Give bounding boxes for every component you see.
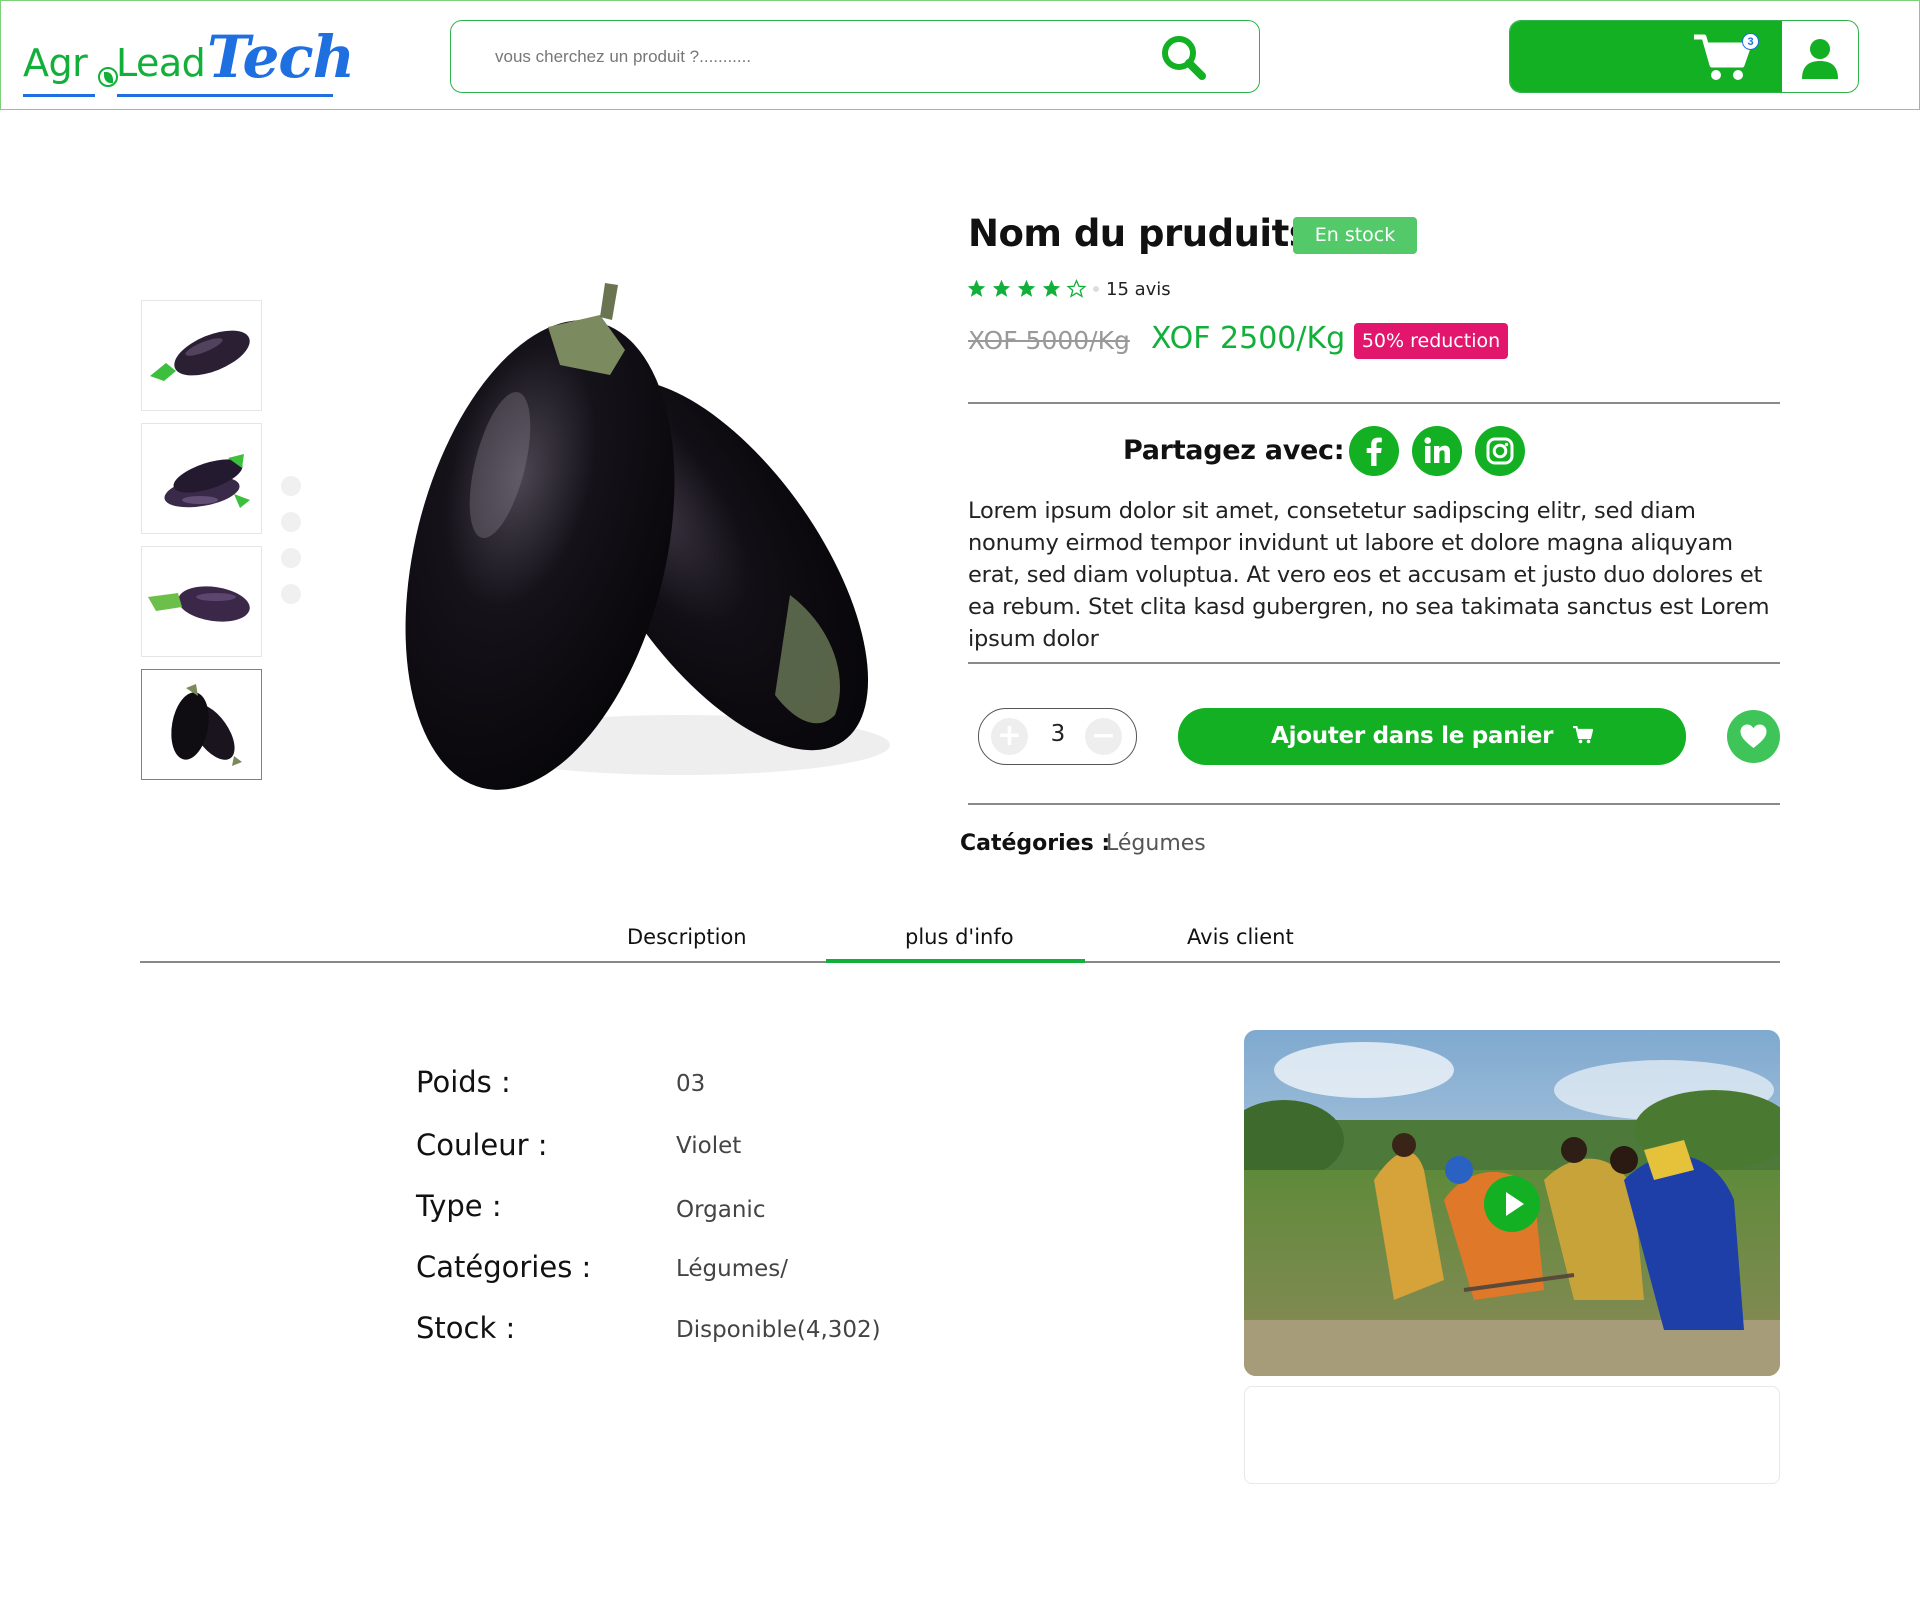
info-label: Type : <box>416 1189 502 1223</box>
eggplant-image <box>148 586 250 622</box>
logo-underline <box>23 94 95 97</box>
divider <box>968 402 1780 404</box>
logo-tech: Tech <box>207 23 355 91</box>
search-bar <box>450 20 1260 93</box>
info-value: Organic <box>676 1197 766 1223</box>
cart-count-badge: 3 <box>1742 33 1759 50</box>
divider <box>968 803 1780 805</box>
search-icon[interactable] <box>1155 29 1211 85</box>
star-empty-icon <box>1066 278 1087 298</box>
rating-stars <box>966 278 1099 299</box>
current-price: XOF 2500/Kg <box>1151 321 1346 356</box>
leaf-icon <box>98 67 118 87</box>
play-button[interactable] <box>1484 1176 1540 1232</box>
info-label: Stock : <box>416 1311 516 1345</box>
discount-badge: 50% reduction <box>1354 323 1508 359</box>
info-label: Poids : <box>416 1065 511 1099</box>
star-filled-icon <box>992 279 1011 297</box>
cart-icon <box>1572 725 1593 743</box>
logo-underline <box>117 94 333 97</box>
star-filled-icon <box>1017 279 1036 297</box>
wishlist-button[interactable] <box>1727 710 1780 763</box>
product-video[interactable] <box>1244 1030 1780 1376</box>
increment-button[interactable]: + <box>991 718 1028 755</box>
add-to-cart-label: Ajouter dans le panier <box>1271 723 1554 749</box>
star-filled-icon <box>967 279 986 297</box>
instagram-icon <box>1486 437 1514 465</box>
decrement-button[interactable]: − <box>1085 718 1122 755</box>
star-filled-icon <box>1042 279 1061 297</box>
thumbnail[interactable] <box>141 300 262 411</box>
eggplant-image <box>150 330 250 381</box>
stock-badge: En stock <box>1293 217 1417 254</box>
logo-agro: Agr <box>23 41 88 85</box>
product-main-image <box>405 283 890 790</box>
quantity-stepper: + 3 − <box>978 708 1137 765</box>
info-value: Légumes/ <box>676 1256 789 1282</box>
share-label: Partagez avec: <box>1123 435 1345 466</box>
linkedin-icon <box>1424 437 1450 463</box>
eggplant-image <box>164 454 250 508</box>
product-title: Nom du pruduits <box>968 212 1311 255</box>
separator-dot <box>1093 285 1099 292</box>
categories-value[interactable]: Légumes <box>1106 831 1206 856</box>
header-actions: 3 <box>1509 20 1859 93</box>
gallery-dot[interactable] <box>281 548 301 568</box>
logo[interactable]: Agr Lead Tech <box>23 23 355 99</box>
eggplant-image <box>171 684 242 766</box>
user-icon[interactable] <box>1796 35 1844 81</box>
cart-button[interactable]: 3 <box>1510 21 1782 92</box>
instagram-button[interactable] <box>1475 426 1525 476</box>
info-label: Catégories : <box>416 1250 592 1284</box>
gallery-dot[interactable] <box>281 476 301 496</box>
thumbnail[interactable] <box>141 423 262 534</box>
logo-lead: Lead <box>116 41 206 85</box>
review-count[interactable]: 15 avis <box>1106 279 1171 300</box>
quantity-value[interactable]: 3 <box>1043 721 1073 747</box>
play-icon <box>1506 1192 1524 1216</box>
linkedin-button[interactable] <box>1412 426 1462 476</box>
product-description: Lorem ipsum dolor sit amet, consetetur s… <box>968 498 1770 652</box>
thumbnail-active[interactable] <box>141 669 262 780</box>
heart-icon <box>1740 724 1767 748</box>
add-to-cart-button[interactable]: Ajouter dans le panier <box>1178 708 1686 765</box>
tab-more-info[interactable]: plus d'info <box>905 925 1014 949</box>
info-value: Violet <box>676 1133 742 1159</box>
gallery-dot[interactable] <box>281 512 301 532</box>
tab-active-indicator <box>826 959 1085 963</box>
tab-customer-reviews[interactable]: Avis client <box>1187 925 1294 949</box>
info-label: Couleur : <box>416 1128 548 1162</box>
divider <box>968 662 1780 664</box>
gallery-dot[interactable] <box>281 584 301 604</box>
old-price: XOF 5000/Kg <box>968 326 1130 355</box>
facebook-icon <box>1366 437 1382 466</box>
search-input[interactable] <box>495 41 1135 73</box>
site-header: Agr Lead Tech 3 <box>0 0 1920 110</box>
tab-description[interactable]: Description <box>627 925 747 949</box>
video-caption-box <box>1244 1386 1780 1484</box>
info-value: Disponible(4,302) <box>676 1317 881 1343</box>
categories-label: Catégories : <box>960 831 1111 856</box>
thumbnail[interactable] <box>141 546 262 657</box>
facebook-button[interactable] <box>1349 426 1399 476</box>
info-value: 03 <box>676 1071 706 1097</box>
